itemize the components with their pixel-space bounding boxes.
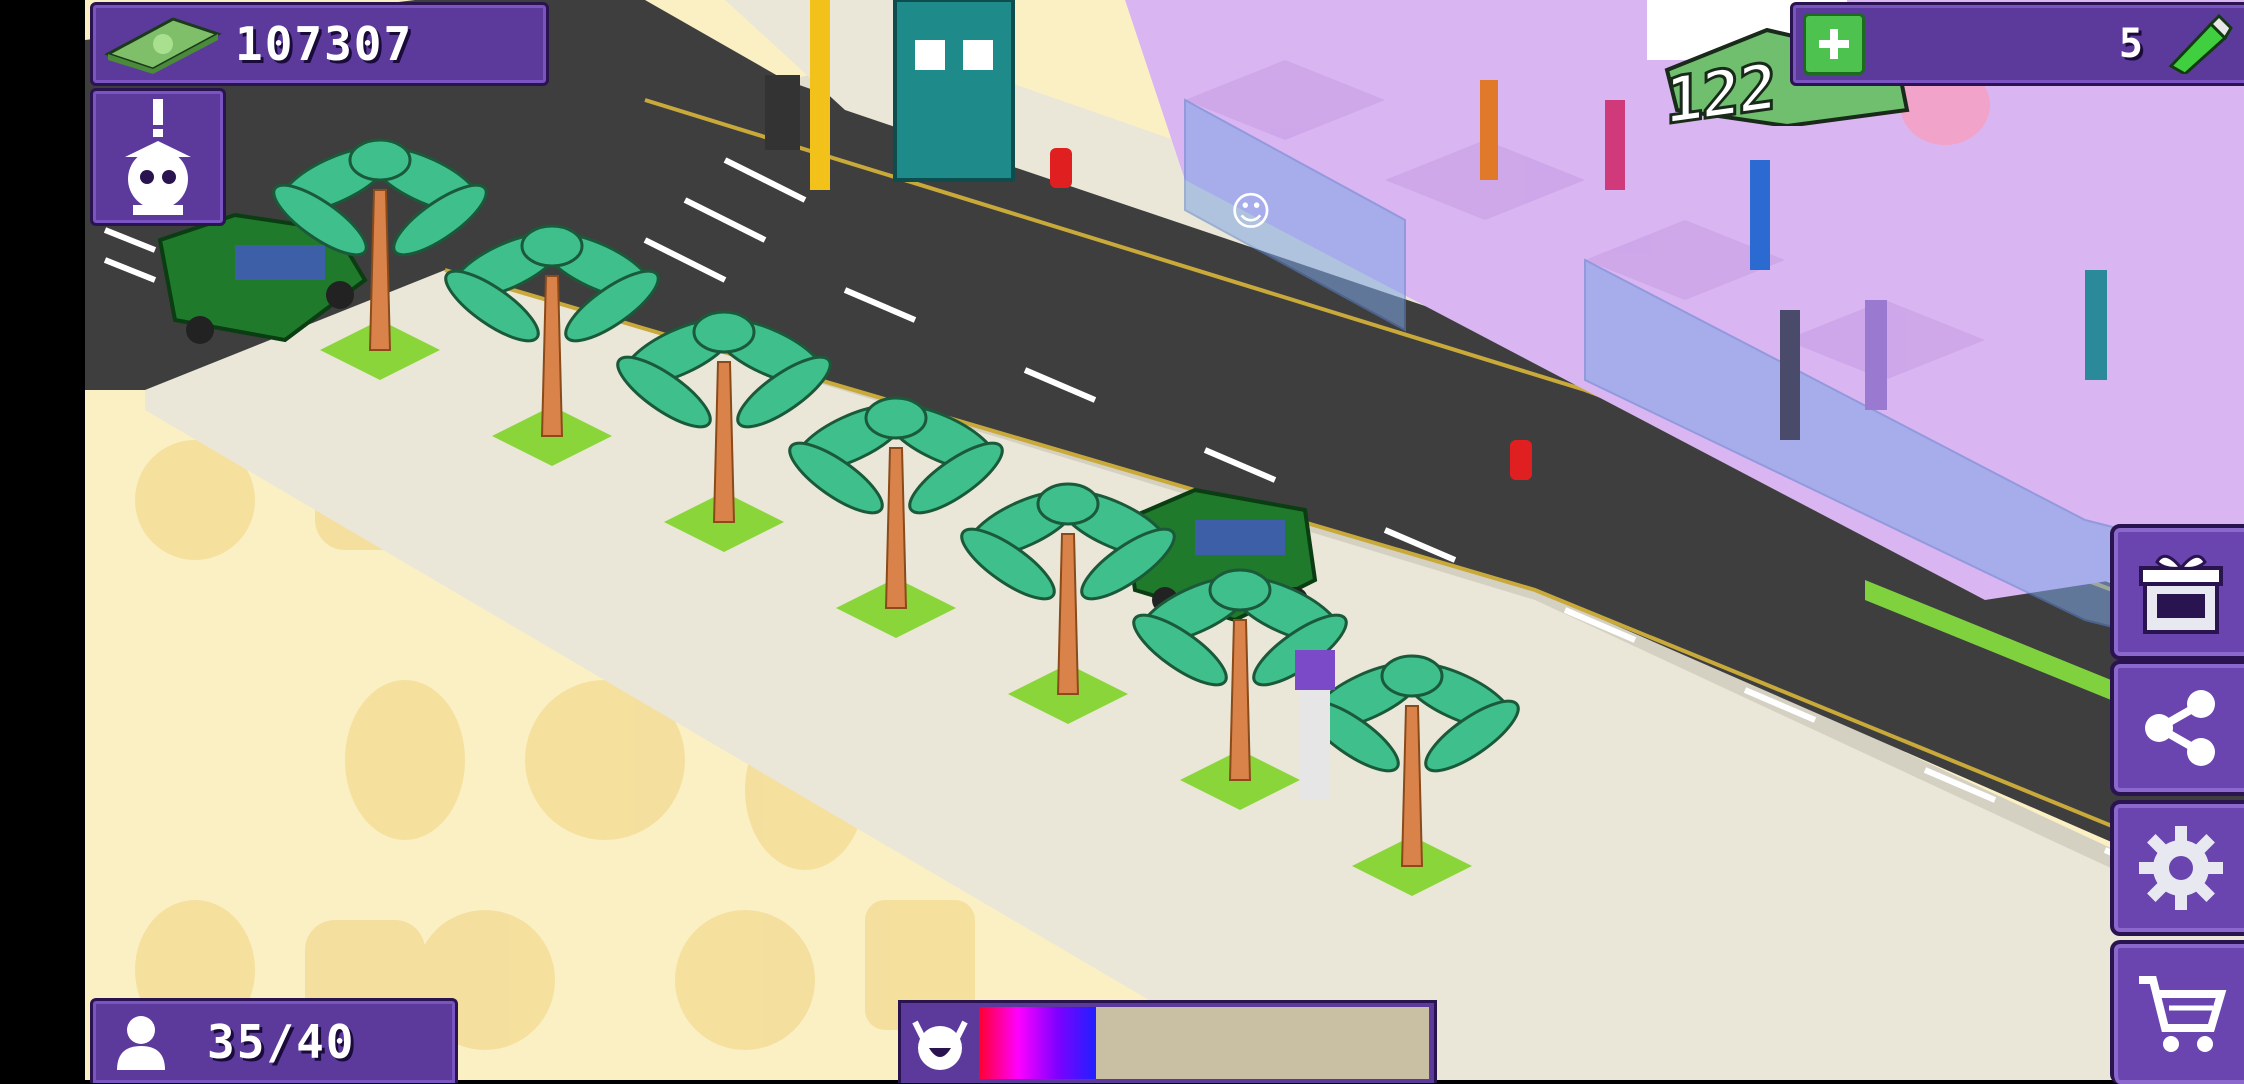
police-box [893,0,1015,182]
city-scene[interactable]: ☺ [85,0,2244,1080]
happiness-meter[interactable] [898,1000,1437,1083]
fire-hydrant [1050,148,1072,188]
cash-stack-icon [104,17,222,74]
gift-button[interactable] [2110,524,2244,660]
svg-text:☺: ☺ [1230,189,1272,235]
vip-currency-panel: 5 [1790,2,2244,86]
alert-guest-button[interactable] [90,88,226,226]
settings-button[interactable] [2110,800,2244,936]
happiness-fill [979,1007,1096,1079]
shop-button[interactable] [2110,940,2244,1084]
vip-count: 5 [2118,21,2143,67]
battery-icon [2168,14,2233,74]
game-viewport[interactable]: ☺ 122 [85,0,2244,1080]
share-icon [2145,690,2215,766]
population-value: 35/40 [207,1015,356,1069]
money-panel[interactable]: 107307 [90,2,549,86]
add-currency-button[interactable] [1803,13,1865,75]
street-lamp [810,0,830,190]
floating-income-value: 122 [1664,49,1777,141]
gift-box-icon [2139,554,2223,634]
fire-hydrant [1510,440,1532,480]
money-value: 107307 [235,17,414,71]
happiness-track [979,1007,1429,1079]
population-panel[interactable]: 35/40 [90,998,458,1083]
person-icon [117,1016,165,1070]
trash-can [765,75,800,150]
plus-icon [1819,29,1849,59]
gear-icon [2139,826,2223,910]
happy-face-icon [912,1020,968,1070]
share-button[interactable] [2110,660,2244,796]
alert-guest-icon [125,99,191,215]
shopping-cart-icon [2139,976,2227,1052]
